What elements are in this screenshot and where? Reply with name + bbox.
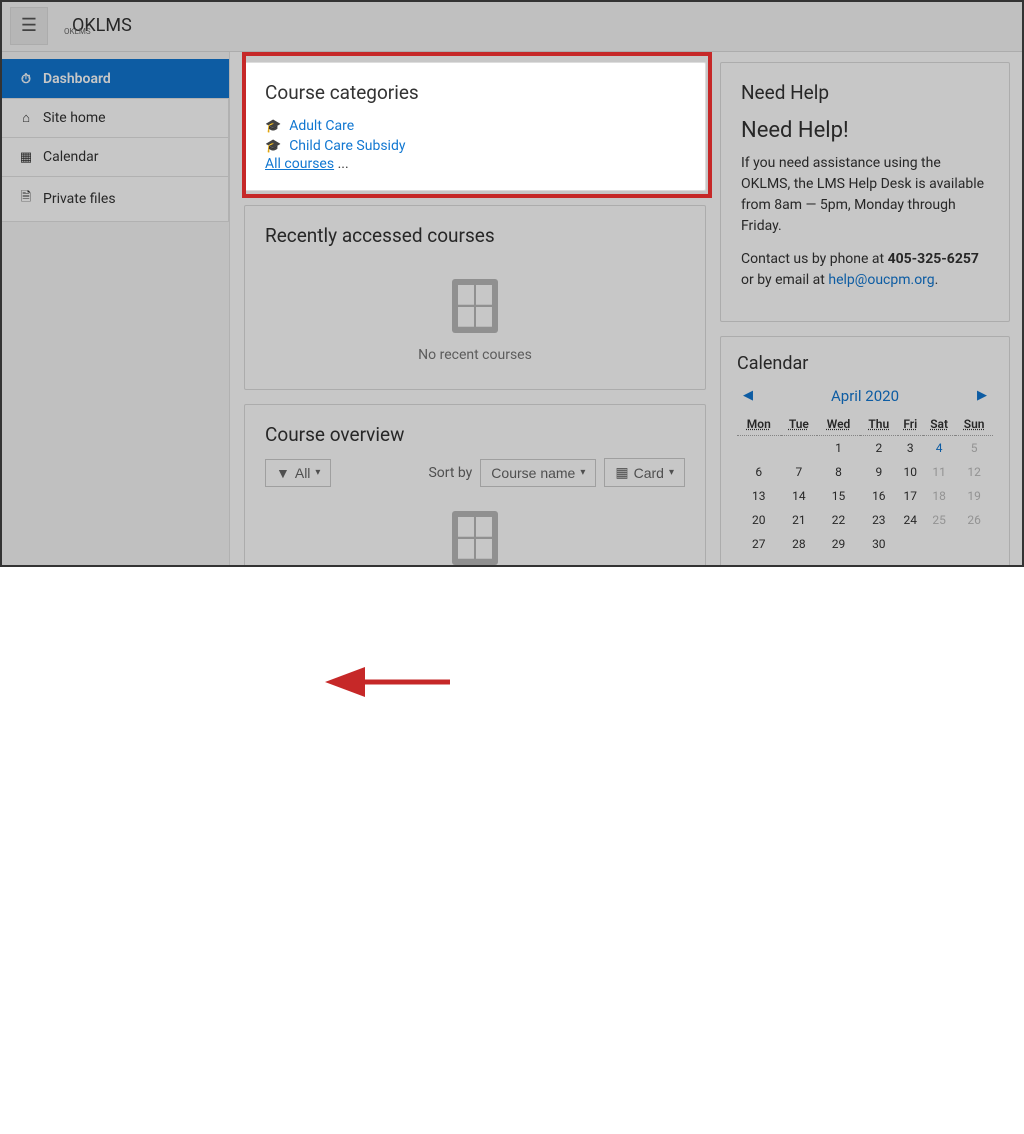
calendar-icon: ▦ [19, 150, 33, 165]
calendar-month-link[interactable]: April 2020 [831, 387, 899, 405]
annotation-arrow-icon [0, 567, 1024, 1134]
calendar-day[interactable]: 8 [817, 460, 860, 484]
calendar-dow: Thu [860, 413, 898, 436]
empty-overview-icon [452, 511, 498, 565]
calendar-card: Calendar ◀ April 2020 ▶ MonTueWedThuFriS… [720, 336, 1010, 567]
sort-dropdown[interactable]: Course name ▾ [480, 459, 596, 487]
calendar-day[interactable]: 17 [898, 484, 923, 508]
calendar-day[interactable]: 23 [860, 508, 898, 532]
graduation-cap-icon: 🎓 [265, 119, 281, 134]
caret-down-icon: ▾ [669, 467, 674, 478]
calendar-day[interactable]: 15 [817, 484, 860, 508]
graduation-cap-icon: 🎓 [265, 139, 281, 154]
calendar-day[interactable]: 13 [737, 484, 781, 508]
calendar-day[interactable]: 21 [781, 508, 817, 532]
filter-dropdown[interactable]: ▼ All ▾ [265, 459, 331, 487]
category-link-adult-care[interactable]: 🎓 Adult Care [265, 116, 685, 136]
category-link-child-care-subsidy[interactable]: 🎓 Child Care Subsidy [265, 136, 685, 156]
brand-logo-sub: OKLMS [64, 27, 91, 36]
need-help-title: Need Help [741, 81, 989, 104]
calendar-day[interactable]: 30 [860, 532, 898, 556]
sidebar: ⏱ Dashboard ⌂ Site home ▦ Calendar 🗎 Private fi… [0, 52, 230, 567]
calendar-day[interactable]: 11 [923, 460, 955, 484]
calendar-day[interactable]: 10 [898, 460, 923, 484]
category-label: Child Care Subsidy [289, 138, 405, 154]
recently-accessed-card: Recently accessed courses No recent cour… [244, 205, 706, 390]
calendar-table: MonTueWedThuFriSatSun 123456789101112131… [737, 413, 993, 556]
calendar-day[interactable]: 3 [898, 436, 923, 461]
all-courses-link[interactable]: All courses [265, 156, 334, 172]
calendar-day[interactable]: 20 [737, 508, 781, 532]
gauge-icon: ⏱ [19, 72, 33, 87]
recently-accessed-title: Recently accessed courses [265, 224, 685, 247]
hamburger-button[interactable]: ☰ [10, 7, 48, 45]
calendar-day[interactable]: 9 [860, 460, 898, 484]
calendar-dow: Fri [898, 413, 923, 436]
calendar-day[interactable]: 24 [898, 508, 923, 532]
filter-icon: ▼ [276, 465, 290, 481]
file-icon: 🗎 [19, 188, 33, 210]
calendar-day [898, 532, 923, 556]
calendar-day[interactable]: 18 [923, 484, 955, 508]
calendar-dow: Tue [781, 413, 817, 436]
caret-down-icon: ▾ [580, 467, 585, 478]
course-overview-title: Course overview [265, 423, 685, 446]
calendar-day [781, 436, 817, 461]
help-para-1: If you need assistance using the OKLMS, … [741, 153, 989, 237]
calendar-dow: Sun [955, 413, 993, 436]
help-para-2: Contact us by phone at 405-325-6257 or b… [741, 249, 989, 291]
category-label: Adult Care [289, 118, 354, 134]
calendar-dow: Wed [817, 413, 860, 436]
calendar-day[interactable]: 2 [860, 436, 898, 461]
calendar-day[interactable]: 4 [923, 436, 955, 461]
need-help-card: Need Help Need Help! If you need assista… [720, 62, 1010, 322]
need-help-heading: Need Help! [741, 118, 989, 143]
calendar-day[interactable]: 16 [860, 484, 898, 508]
calendar-day[interactable]: 22 [817, 508, 860, 532]
sidebar-item-dashboard[interactable]: ⏱ Dashboard [0, 59, 229, 99]
calendar-day[interactable]: 6 [737, 460, 781, 484]
calendar-day [923, 532, 955, 556]
course-categories-card: Course categories 🎓 Adult Care 🎓 Child Care… [244, 62, 706, 191]
empty-courses-icon [452, 279, 498, 333]
calendar-day[interactable]: 14 [781, 484, 817, 508]
help-phone: 405-325-6257 [888, 251, 979, 267]
caret-down-icon: ▾ [315, 467, 320, 478]
calendar-day[interactable]: 25 [923, 508, 955, 532]
calendar-day[interactable]: 5 [955, 436, 993, 461]
calendar-dow: Mon [737, 413, 781, 436]
calendar-day[interactable]: 28 [781, 532, 817, 556]
course-categories-title: Course categories [265, 81, 685, 104]
calendar-title: Calendar [737, 353, 993, 374]
sidebar-item-label: Dashboard [43, 71, 111, 87]
sidebar-item-label: Private files [43, 191, 116, 207]
sidebar-item-private-files[interactable]: 🗎 Private files [0, 176, 229, 222]
sidebar-item-site-home[interactable]: ⌂ Site home [0, 98, 229, 138]
calendar-day[interactable]: 26 [955, 508, 993, 532]
sidebar-item-calendar[interactable]: ▦ Calendar [0, 137, 229, 177]
topbar: ☰ OKLMS OKLMS [0, 0, 1024, 52]
course-overview-card: Course overview ▼ All ▾ Sort by Course n… [244, 404, 706, 567]
sidebar-item-label: Calendar [43, 149, 99, 165]
calendar-dow: Sat [923, 413, 955, 436]
calendar-day [737, 436, 781, 461]
calendar-day[interactable]: 19 [955, 484, 993, 508]
calendar-day[interactable]: 12 [955, 460, 993, 484]
view-dropdown[interactable]: ▦ Card ▾ [604, 458, 685, 487]
home-icon: ⌂ [19, 110, 33, 126]
help-email-link[interactable]: help@oucpm.org [828, 272, 934, 288]
grid-icon: ▦ [615, 464, 628, 481]
all-courses-suffix: ... [338, 156, 349, 172]
calendar-day[interactable]: 1 [817, 436, 860, 461]
calendar-next-button[interactable]: ▶ [971, 386, 993, 405]
calendar-day[interactable]: 7 [781, 460, 817, 484]
calendar-prev-button[interactable]: ◀ [737, 386, 759, 405]
calendar-day [955, 532, 993, 556]
sidebar-item-label: Site home [43, 110, 106, 126]
brand-link[interactable]: OKLMS OKLMS [64, 15, 132, 36]
calendar-day[interactable]: 29 [817, 532, 860, 556]
empty-courses-text: No recent courses [418, 347, 532, 363]
calendar-day[interactable]: 27 [737, 532, 781, 556]
sort-label: Sort by [428, 465, 472, 481]
